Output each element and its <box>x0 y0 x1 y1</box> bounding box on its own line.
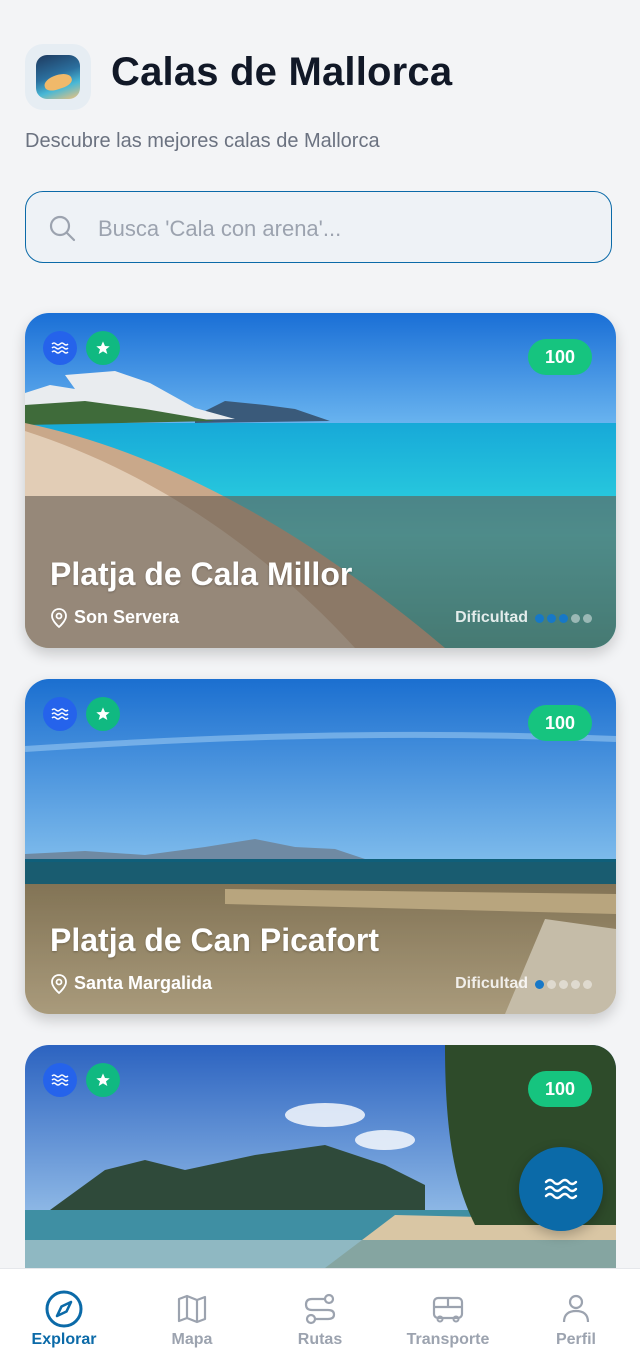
map-icon <box>177 1294 207 1324</box>
score-badge: 100 <box>528 339 592 375</box>
app-logo <box>25 44 91 110</box>
location-pin-icon <box>51 973 67 994</box>
featured-badge <box>86 331 120 365</box>
beach-logo-icon <box>36 55 80 99</box>
difficulty-label: Dificultad <box>455 609 528 626</box>
beach-name: Platja de Cala Millor <box>50 556 353 592</box>
waves-icon <box>544 1178 578 1200</box>
location-label: Santa Margalida <box>74 973 213 993</box>
compass-icon <box>45 1290 83 1328</box>
score-badge: 100 <box>528 1071 592 1107</box>
water-badge <box>43 331 77 365</box>
page-subtitle: Descubre las mejores calas de Mallorca <box>25 130 380 152</box>
tab-perfil[interactable]: Perfil <box>512 1289 640 1349</box>
tab-rutas[interactable]: Rutas <box>256 1289 384 1349</box>
beach-location: Son Servera <box>50 607 179 628</box>
waves-fab-button[interactable] <box>519 1147 603 1231</box>
user-icon <box>562 1294 590 1323</box>
difficulty-label: Dificultad <box>455 975 528 992</box>
beach-card[interactable]: 100 Platja de Can Picafort Santa Margali… <box>25 679 616 1014</box>
tab-explorar[interactable]: Explorar <box>0 1289 128 1349</box>
difficulty-dots <box>535 979 592 989</box>
featured-badge <box>86 1063 120 1097</box>
difficulty-dot <box>535 613 544 623</box>
difficulty-dot <box>583 613 592 623</box>
difficulty-indicator: Dificultad <box>455 975 592 993</box>
page-title: Calas de Mallorca <box>111 50 453 94</box>
difficulty-dots <box>535 613 592 623</box>
difficulty-dot <box>547 979 556 989</box>
bottom-tab-bar: Explorar Mapa Rutas Transporte Perfil <box>0 1268 640 1372</box>
difficulty-dot <box>559 979 568 989</box>
difficulty-dot <box>571 613 580 623</box>
star-icon <box>96 341 110 354</box>
search-icon <box>49 215 76 242</box>
tab-transporte[interactable]: Transporte <box>384 1289 512 1349</box>
tab-label: Transporte <box>406 1331 490 1348</box>
difficulty-dot <box>571 979 580 989</box>
difficulty-dot <box>547 613 556 623</box>
water-badge <box>43 697 77 731</box>
search-input[interactable] <box>96 206 580 252</box>
difficulty-indicator: Dificultad <box>455 609 592 627</box>
waves-icon <box>51 342 69 354</box>
beach-card[interactable]: 100 <box>25 1045 616 1268</box>
score-badge: 100 <box>528 705 592 741</box>
search-bar[interactable] <box>25 191 612 263</box>
beach-location: Santa Margalida <box>50 973 212 994</box>
featured-badge <box>86 697 120 731</box>
difficulty-dot <box>535 979 544 989</box>
tab-label: Explorar <box>31 1331 97 1348</box>
waves-icon <box>51 708 69 720</box>
location-label: Son Servera <box>74 607 180 627</box>
star-icon <box>96 1073 110 1086</box>
tab-label: Mapa <box>171 1331 213 1348</box>
difficulty-dot <box>583 979 592 989</box>
water-badge <box>43 1063 77 1097</box>
beach-name: Platja de Can Picafort <box>50 922 379 958</box>
tab-mapa[interactable]: Mapa <box>128 1289 256 1349</box>
route-icon <box>304 1293 336 1325</box>
tab-label: Rutas <box>297 1331 343 1348</box>
beach-card[interactable]: 100 Platja de Cala Millor Son Servera Di… <box>25 313 616 648</box>
star-icon <box>96 707 110 720</box>
waves-icon <box>51 1074 69 1086</box>
tab-label: Perfil <box>555 1331 596 1348</box>
difficulty-dot <box>559 613 568 623</box>
location-pin-icon <box>51 607 67 628</box>
bus-icon <box>432 1296 464 1323</box>
